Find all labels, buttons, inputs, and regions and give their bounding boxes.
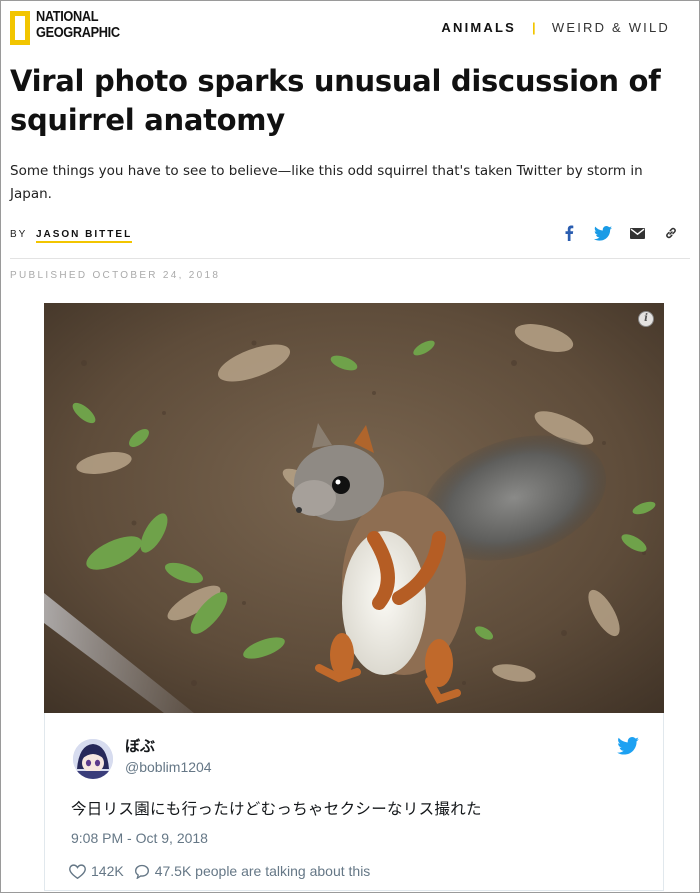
nav-separator: | xyxy=(532,20,538,35)
article-dek: Some things you have to see to believe—l… xyxy=(10,163,643,202)
photo-info-button[interactable]: i xyxy=(638,311,654,327)
natgeo-logo[interactable]: NATIONAL GEOGRAPHIC xyxy=(10,9,131,45)
squirrel-photo: i xyxy=(44,303,664,713)
twitter-icon xyxy=(594,225,612,241)
facebook-icon xyxy=(565,225,574,241)
squirrel-image xyxy=(44,303,664,713)
user-avatar-icon xyxy=(73,739,113,779)
link-icon xyxy=(666,227,676,239)
article-headline: Viral photo sparks unusual discussion of… xyxy=(10,64,661,137)
author-link[interactable]: JASON BITTEL xyxy=(35,229,133,243)
share-bar xyxy=(552,223,688,243)
tweet-author-name[interactable]: ぼぶ xyxy=(125,735,155,756)
tweet-text: 今日リス園にも行ったけどむっちゃセクシーなリス撮れた xyxy=(71,800,482,818)
logo-wordmark: NATIONAL GEOGRAPHIC xyxy=(36,9,120,41)
twitter-share-button[interactable] xyxy=(586,223,620,243)
twitter-bird-icon xyxy=(617,737,639,755)
email-icon xyxy=(629,227,645,239)
like-button[interactable]: 142K xyxy=(69,863,124,879)
logo-line-1: NATIONAL xyxy=(36,9,99,25)
header-divider xyxy=(10,258,690,259)
nav-link-weird-wild[interactable]: WEIRD & WILD xyxy=(552,20,670,35)
natgeo-yellow-border-logo-icon xyxy=(10,11,30,45)
conversation-link[interactable]: 47.5K people are talking about this xyxy=(134,863,371,879)
nav-link-animals[interactable]: ANIMALS xyxy=(441,20,516,35)
tweet-author-handle[interactable]: @boblim1204 xyxy=(125,759,212,775)
byline: BY JASON BITTEL xyxy=(10,229,133,243)
facebook-share-button[interactable] xyxy=(552,223,586,243)
email-share-button[interactable] xyxy=(620,223,654,243)
talking-count: 47.5K people are talking about this xyxy=(154,863,371,879)
tweet-timestamp[interactable]: 9:08 PM - Oct 9, 2018 xyxy=(71,830,208,846)
like-count: 142K xyxy=(91,863,124,879)
publish-date: PUBLISHED OCTOBER 24, 2018 xyxy=(10,270,221,281)
byline-prefix: BY xyxy=(10,229,28,240)
embedded-tweet: ぼぶ @boblim1204 今日リス園にも行ったけどむっちゃセクシーなリス撮れ… xyxy=(44,713,664,891)
twitter-logo-button[interactable] xyxy=(617,737,639,759)
tweet-stats: 142K 47.5K people are talking about this xyxy=(69,863,380,879)
section-nav: ANIMALS | WEIRD & WILD xyxy=(441,20,670,35)
heart-icon xyxy=(69,863,86,879)
avatar[interactable] xyxy=(73,739,113,779)
copy-link-button[interactable] xyxy=(654,223,688,243)
logo-line-2: GEOGRAPHIC xyxy=(36,25,120,41)
speech-bubble-icon xyxy=(134,864,149,879)
